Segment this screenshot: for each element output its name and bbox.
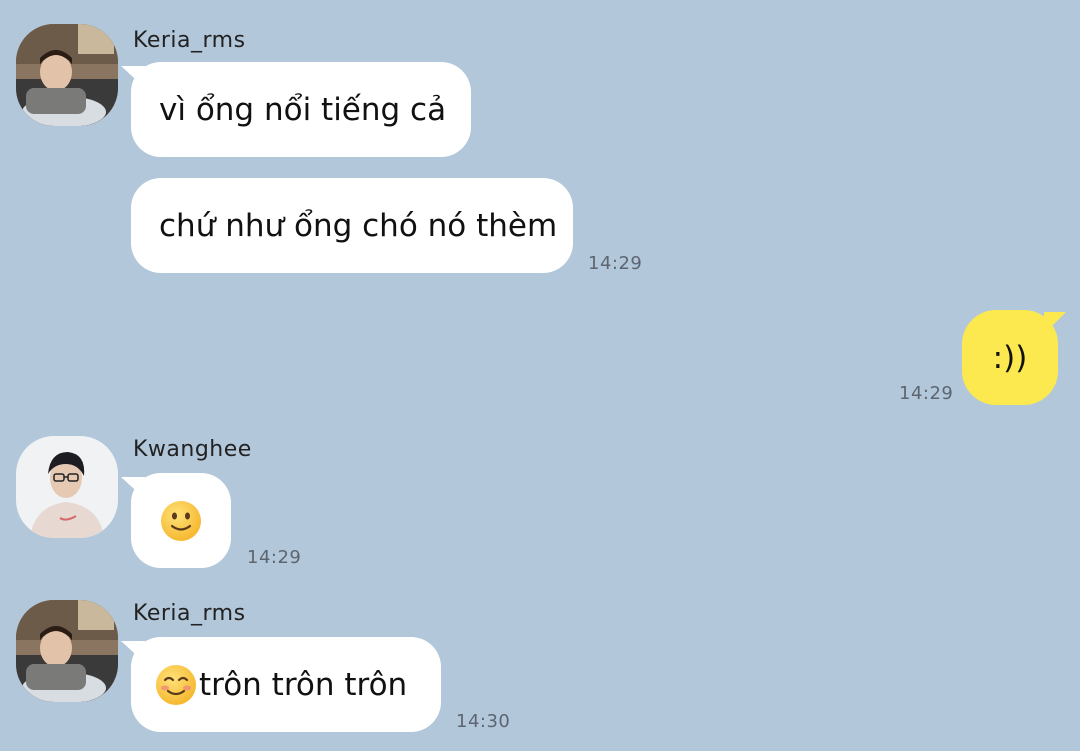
- sender-name: Kwanghee: [133, 437, 252, 462]
- message-bubble[interactable]: chứ như ổng chó nó thèm: [131, 178, 573, 273]
- message-time: 14:29: [899, 383, 954, 404]
- sender-name: Keria_rms: [133, 601, 246, 626]
- sender-name: Keria_rms: [133, 28, 246, 53]
- message-bubble[interactable]: vì ổng nổi tiếng cả: [131, 62, 471, 157]
- slightly-smiling-face-emoji: [161, 500, 201, 541]
- message-time: 14:29: [247, 547, 302, 568]
- message-bubble[interactable]: [131, 473, 231, 568]
- message-time: 14:29: [588, 253, 643, 274]
- avatar-keria[interactable]: [16, 600, 118, 702]
- avatar-keria[interactable]: [16, 24, 118, 126]
- message-bubble[interactable]: trôn trôn trôn: [131, 637, 441, 732]
- avatar-kwanghee[interactable]: [16, 436, 118, 538]
- chat-view: Keria_rms vì ổng nổi tiếng cả chứ như ổn…: [0, 0, 1080, 751]
- message-text: trôn trôn trôn: [199, 666, 408, 703]
- my-message-bubble[interactable]: :)): [962, 310, 1058, 405]
- smiling-face-emoji: [156, 664, 196, 705]
- message-time: 14:30: [456, 711, 511, 732]
